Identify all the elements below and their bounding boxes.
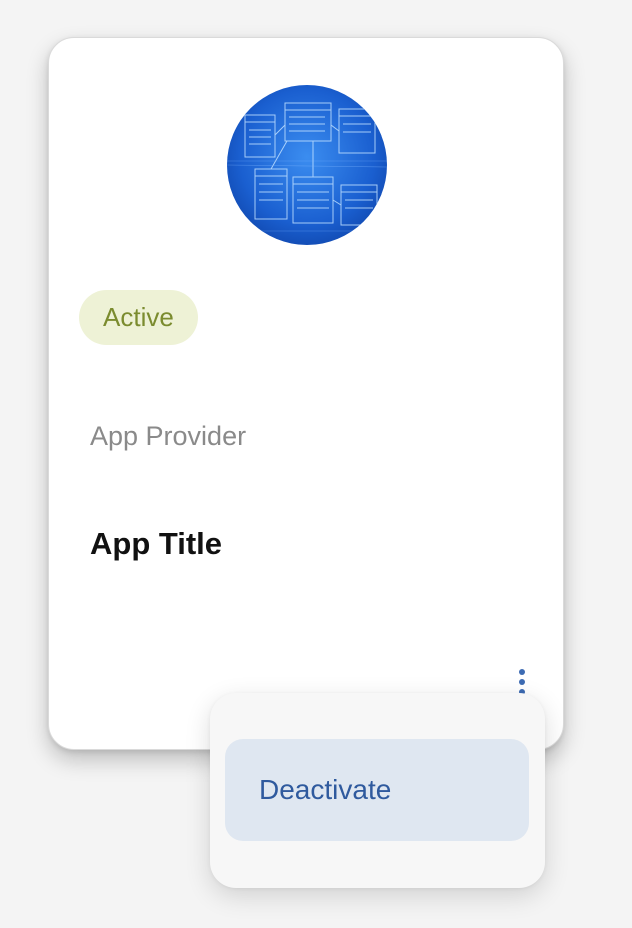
app-title: App Title [90,526,223,561]
app-card: Active App Provider App Title [48,37,564,750]
app-thumbnail-image [227,85,387,245]
status-badge: Active [79,290,198,345]
kebab-vertical-icon[interactable] [509,668,535,696]
deactivate-menu-item[interactable]: Deactivate [225,739,529,841]
app-provider-label: App Provider [90,421,247,451]
actions-dropdown-menu: Deactivate [210,693,545,888]
